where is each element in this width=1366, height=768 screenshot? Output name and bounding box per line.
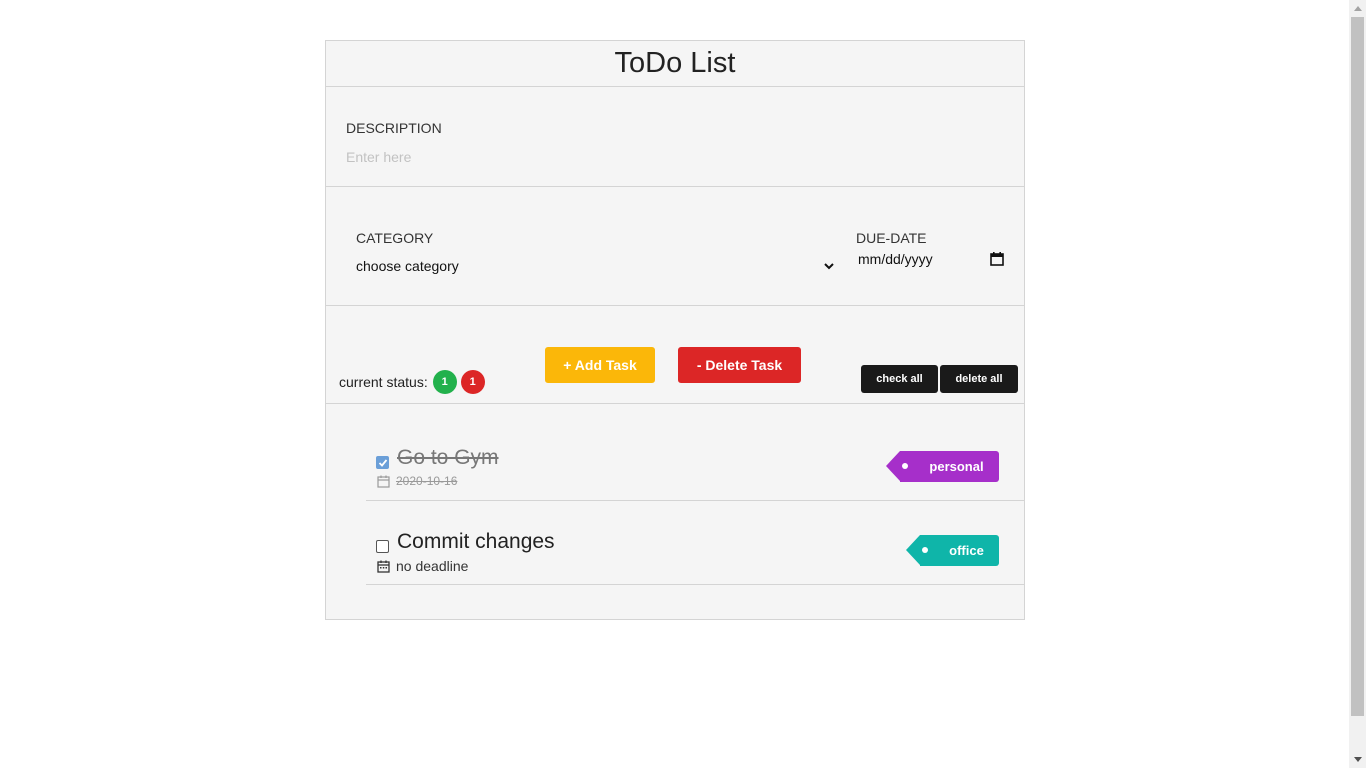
todo-app: ToDo List DESCRIPTION CATEGORY choose ca… [325,40,1025,620]
task-date: 2020-10-16 [377,474,457,488]
task-checkbox[interactable] [376,540,389,553]
status-label: current status: [339,374,428,390]
tag-hole-icon [922,547,928,553]
task-name: Commit changes [397,530,555,553]
page-scrollbar[interactable] [1349,0,1366,768]
scroll-thumb[interactable] [1351,17,1364,716]
description-section: DESCRIPTION [326,87,1024,187]
task-checkbox[interactable] [376,456,389,469]
category-tag-office: office [906,535,999,566]
description-input[interactable] [346,147,986,167]
task-date-text: 2020-10-16 [396,474,458,488]
tag-label: personal [929,459,984,474]
due-date-input[interactable]: mm/dd/yyyy [856,248,1004,270]
scroll-down-arrow-icon[interactable] [1349,751,1366,768]
list-item: Commit changes no deadline office [366,502,1024,585]
calendar-icon[interactable] [990,252,1004,266]
task-name: Go to Gym [397,446,499,469]
category-tag-personal: personal [886,451,999,482]
description-label: DESCRIPTION [346,120,442,136]
page-title: ToDo List [614,47,736,79]
task-date: no deadline [377,558,468,574]
due-date-label: DUE-DATE [856,230,927,246]
tag-hole-icon [902,463,908,469]
due-date-placeholder: mm/dd/yyyy [858,251,933,267]
meta-section: CATEGORY choose category DUE-DATE mm/dd/… [326,187,1024,306]
category-selected-value: choose category [356,258,459,274]
pending-count-badge: 1 [460,370,485,394]
check-all-button[interactable]: check all [861,365,938,393]
delete-task-button[interactable]: - Delete Task [678,347,801,383]
chevron-down-icon [824,263,834,270]
calendar-icon [377,560,390,573]
tag-label: office [949,543,984,558]
category-select[interactable]: choose category [356,255,836,277]
title-bar: ToDo List [326,41,1024,87]
check-icon [378,458,387,467]
status-summary: current status: 1 1 [339,370,485,394]
actions-section: current status: 1 1 + Add Task - Delete … [326,306,1024,404]
task-date-text: no deadline [396,558,469,574]
add-task-button[interactable]: + Add Task [545,347,655,383]
scroll-up-arrow-icon[interactable] [1349,0,1366,17]
completed-count-badge: 1 [432,370,457,394]
delete-all-button[interactable]: delete all [940,365,1018,393]
calendar-icon [377,475,390,488]
list-item: Go to Gym 2020-10-16 personal [366,418,1024,501]
category-label: CATEGORY [356,230,434,246]
